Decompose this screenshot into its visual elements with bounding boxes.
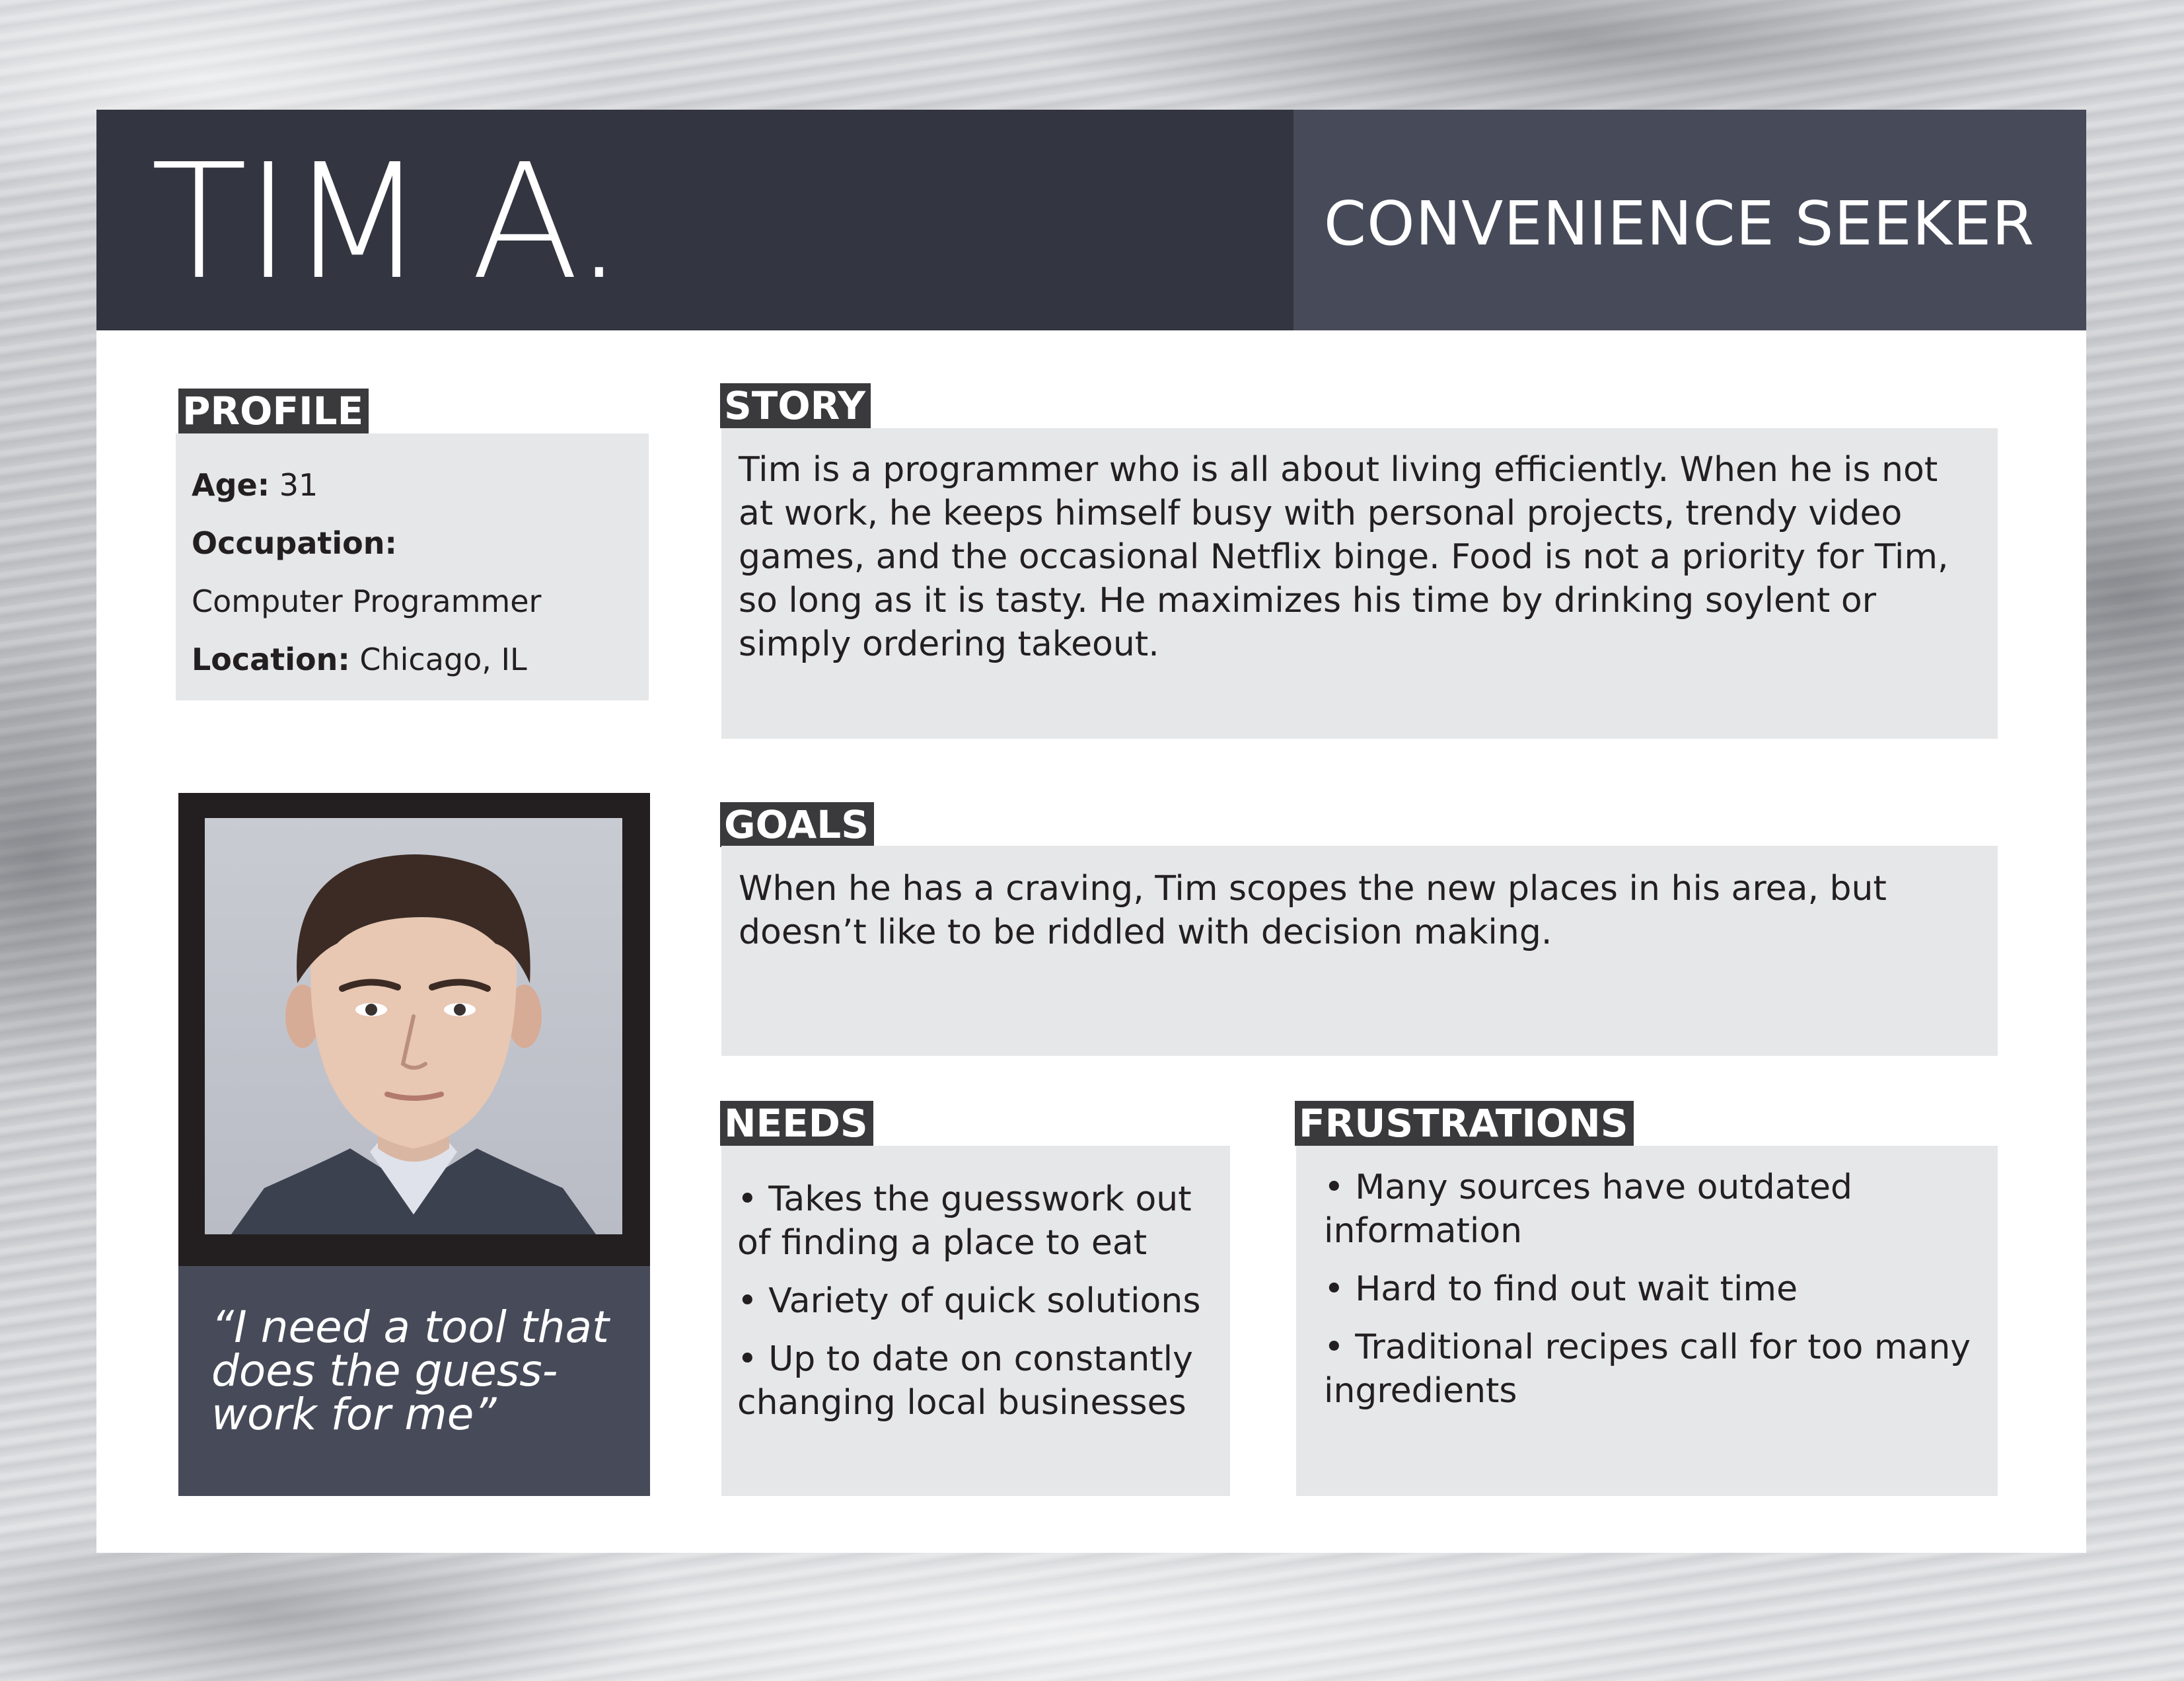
portrait-photo [205,818,622,1234]
frustrations-heading: FRUSTRATIONS [1295,1101,1634,1146]
age-label: Age: [192,467,270,503]
needs-item: • Up to date on constantly changing loca… [737,1339,1193,1423]
goals-box: When he has a craving, Tim scopes the ne… [721,846,1998,1056]
portrait-illustration [231,854,596,1234]
profile-heading: PROFILE [178,389,369,433]
frustrations-list: • Many sources have outdated information… [1324,1166,1984,1427]
portrait-frame [178,793,650,1266]
profile-occupation-value: Computer Programmer [192,583,542,619]
needs-heading: NEEDS [720,1101,873,1146]
needs-box: • Takes the guesswork out of finding a p… [721,1146,1230,1496]
story-heading: STORY [720,383,871,428]
persona-name-banner: TIM A. [96,110,1293,330]
profile-age: Age: 31 [192,465,318,505]
profile-location: Location: Chicago, IL [192,640,527,679]
goals-text: When he has a craving, Tim scopes the ne… [739,869,1887,952]
frustrations-item: • Traditional recipes call for too many … [1324,1327,1971,1411]
persona-type-banner: CONVENIENCE SEEKER [1293,110,2086,330]
occupation-label: Occupation: [192,525,397,561]
location-value: Chicago, IL [359,642,527,677]
persona-type: CONVENIENCE SEEKER [1323,188,2035,259]
frustrations-item: • Hard to find out wait time [1324,1269,1798,1309]
needs-item: • Takes the guesswork out of finding a p… [737,1179,1192,1263]
needs-list: • Takes the guesswork out of finding a p… [737,1177,1226,1439]
age-value: 31 [279,467,318,503]
location-label: Location: [192,642,350,677]
frustrations-item: • Many sources have outdated information [1324,1168,1853,1251]
frustrations-box: • Many sources have outdated information… [1296,1146,1998,1496]
goals-heading: GOALS [720,802,874,847]
persona-quote: “I need a tool that does the guess-work … [211,1302,609,1440]
persona-card: TIM A. CONVENIENCE SEEKER PROFILE Age: 3… [96,110,2086,1553]
quote-box: “I need a tool that does the guess-work … [178,1266,650,1496]
story-box: Tim is a programmer who is all about liv… [721,428,1998,739]
story-text: Tim is a programmer who is all about liv… [739,450,1949,664]
needs-item: • Variety of quick solutions [737,1281,1201,1321]
profile-occupation-label: Occupation: [192,523,397,563]
profile-box: Age: 31 Occupation: Computer Programmer … [176,433,649,700]
persona-name: TIM A. [151,130,624,315]
